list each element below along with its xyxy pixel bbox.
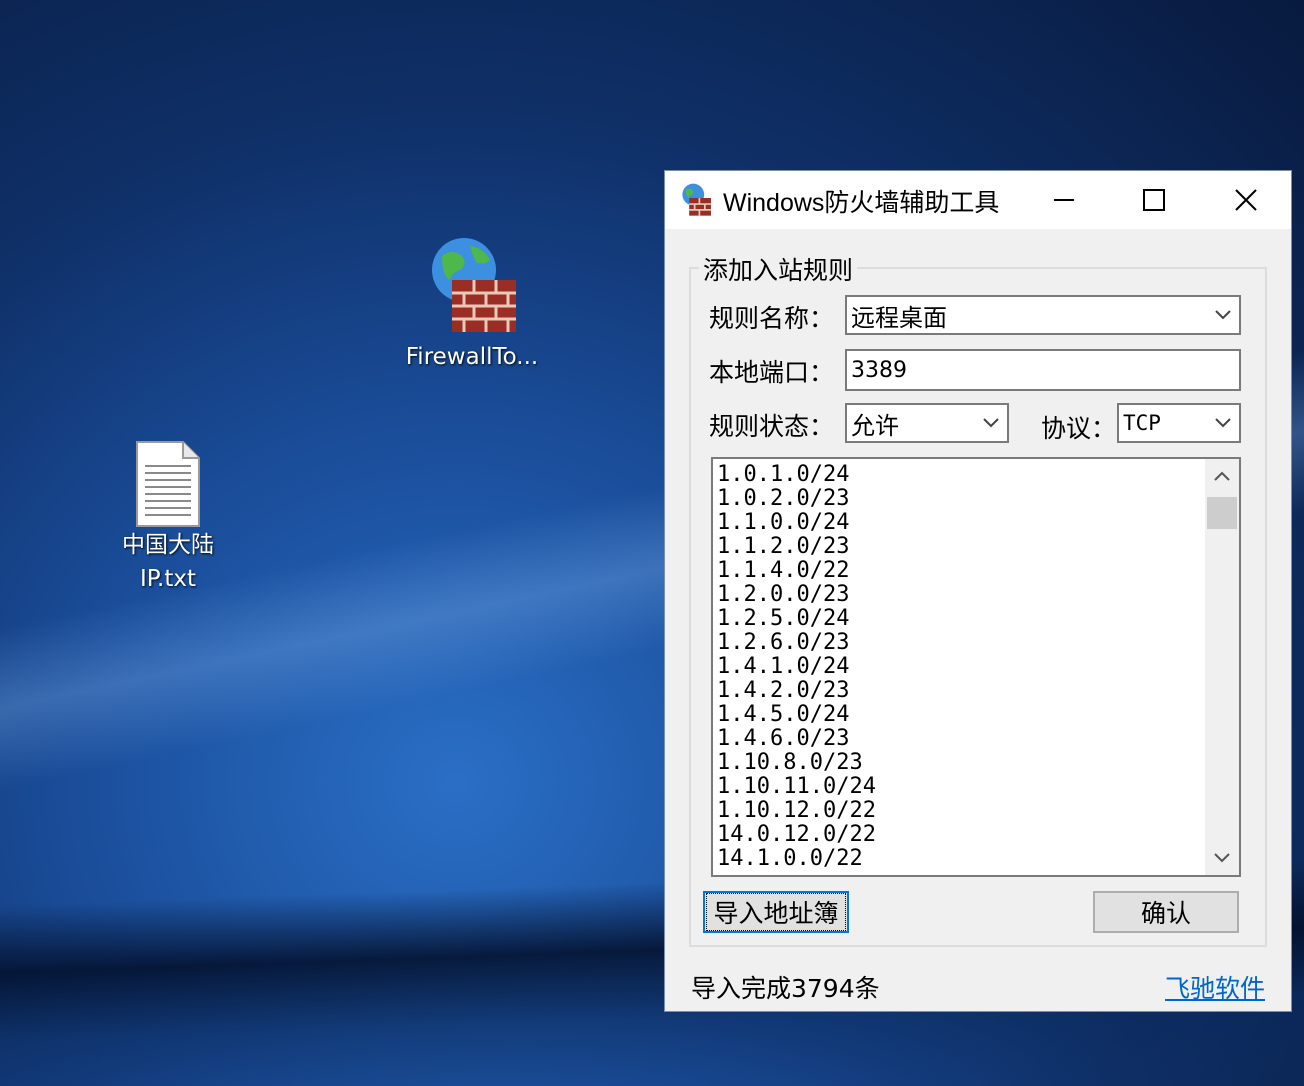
list-item[interactable]: 1.10.11.0/24	[717, 775, 1201, 799]
list-item[interactable]: 14.0.12.0/22	[717, 823, 1201, 847]
rule-state-value: 允许	[851, 411, 899, 440]
maximize-icon	[1143, 189, 1165, 211]
protocol-value: TCP	[1123, 411, 1161, 435]
groupbox-title: 添加入站规则	[699, 251, 858, 287]
status-text: 导入完成3794条	[691, 974, 880, 1003]
vertical-scrollbar[interactable]	[1205, 459, 1239, 875]
close-icon	[1235, 189, 1257, 211]
confirm-button-label: 确认	[1140, 899, 1191, 928]
rule-name-combobox[interactable]: 远程桌面	[845, 295, 1241, 335]
protocol-combobox[interactable]: TCP	[1117, 403, 1241, 443]
window-title: Windows防火墙辅助工具	[723, 189, 1000, 217]
chevron-down-icon[interactable]	[1207, 405, 1239, 441]
scroll-up-button[interactable]	[1205, 459, 1239, 493]
list-item[interactable]: 1.4.2.0/23	[717, 679, 1201, 703]
desktop-icon-label-line1: 中国大陆	[122, 532, 214, 558]
list-item[interactable]: 1.4.5.0/24	[717, 703, 1201, 727]
list-item[interactable]: 1.1.2.0/23	[717, 535, 1201, 559]
confirm-button[interactable]: 确认	[1093, 891, 1239, 933]
chevron-up-icon	[1214, 471, 1230, 481]
close-button[interactable]	[1201, 171, 1291, 229]
list-item[interactable]: 1.0.2.0/23	[717, 487, 1201, 511]
minimize-icon	[1054, 199, 1074, 201]
list-item[interactable]: 14.1.0.0/22	[717, 847, 1201, 871]
protocol-label: 协议：	[1041, 414, 1117, 443]
scroll-thumb[interactable]	[1207, 497, 1237, 529]
desktop-icon-ip-txt[interactable]: 中国大陆 IP.txt	[98, 440, 238, 596]
local-port-input[interactable]: 3389	[845, 349, 1241, 391]
desktop-icon-firewall-tool[interactable]: FirewallTo...	[398, 236, 546, 374]
list-item[interactable]: 1.1.4.0/22	[717, 559, 1201, 583]
scroll-down-button[interactable]	[1205, 841, 1239, 875]
list-item[interactable]: 1.4.6.0/23	[717, 727, 1201, 751]
rule-name-value: 远程桌面	[851, 303, 947, 332]
list-item[interactable]: 1.4.1.0/24	[717, 655, 1201, 679]
list-item[interactable]: 1.2.6.0/23	[717, 631, 1201, 655]
ip-list-items: 1.0.1.0/24 1.0.2.0/23 1.1.0.0/24 1.1.2.0/23…	[717, 463, 1201, 871]
desktop-icon-label: FirewallTo...	[405, 344, 539, 370]
rule-state-label: 规则状态：	[709, 412, 835, 441]
firewall-globe-brick-icon	[432, 238, 516, 332]
firewall-tool-window: Windows防火墙辅助工具 添加入站规则 规则名称： 远程桌面 本地端口： 3…	[664, 170, 1292, 1012]
local-port-value: 3389	[851, 357, 907, 383]
list-item[interactable]: 1.1.0.0/24	[717, 511, 1201, 535]
maximize-button[interactable]	[1109, 171, 1199, 229]
list-item[interactable]: 1.10.8.0/23	[717, 751, 1201, 775]
text-file-icon	[136, 441, 200, 527]
list-item[interactable]: 1.10.12.0/22	[717, 799, 1201, 823]
chevron-down-icon[interactable]	[1207, 297, 1239, 333]
list-item[interactable]: 1.0.1.0/24	[717, 463, 1201, 487]
minimize-button[interactable]	[1019, 171, 1109, 229]
chevron-down-icon[interactable]	[975, 405, 1007, 441]
vendor-link[interactable]: 飞驰软件	[1165, 969, 1265, 1005]
firewall-globe-brick-icon	[682, 183, 711, 216]
title-bar[interactable]: Windows防火墙辅助工具	[665, 171, 1291, 229]
local-port-label: 本地端口：	[709, 358, 835, 387]
ip-address-listbox[interactable]: 1.0.1.0/24 1.0.2.0/23 1.1.0.0/24 1.1.2.0/23…	[711, 457, 1241, 877]
rule-name-label: 规则名称：	[709, 304, 835, 333]
desktop-icon-label-line2: IP.txt	[139, 566, 197, 592]
list-item[interactable]: 1.2.5.0/24	[717, 607, 1201, 631]
import-address-book-button[interactable]: 导入地址簿	[703, 891, 849, 933]
chevron-down-icon	[1214, 853, 1230, 863]
rule-state-combobox[interactable]: 允许	[845, 403, 1009, 443]
import-button-label: 导入地址簿	[706, 893, 846, 931]
list-item[interactable]: 1.2.0.0/23	[717, 583, 1201, 607]
